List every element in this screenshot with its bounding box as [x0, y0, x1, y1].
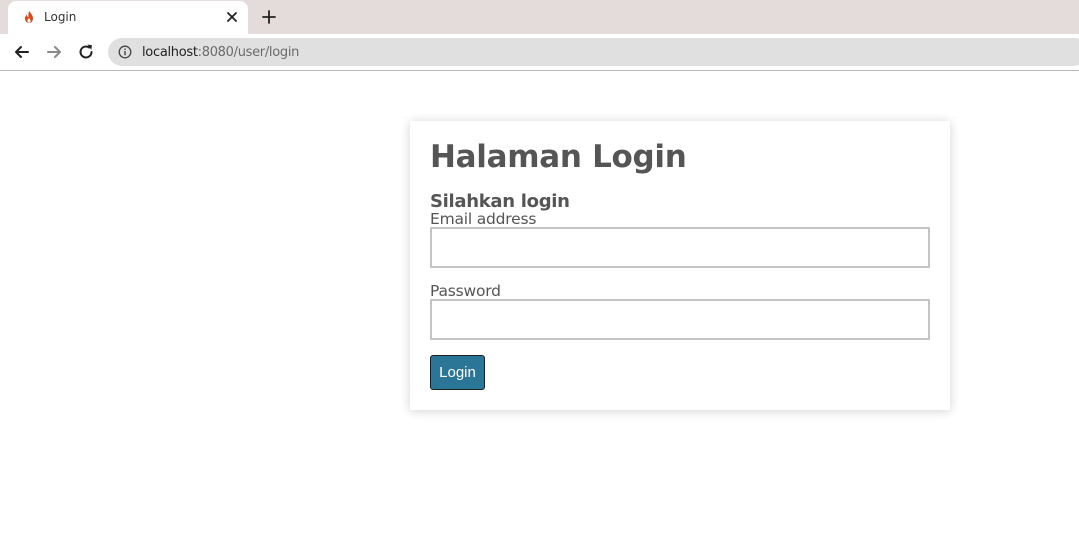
url-text[interactable]: localhost:8080/user/login	[142, 45, 299, 60]
login-button[interactable]: Login	[430, 355, 485, 390]
browser-toolbar: localhost:8080/user/login	[0, 34, 1079, 71]
email-label: Email address	[430, 210, 537, 228]
browser-tab-login[interactable]: Login	[8, 1, 248, 34]
url-host: localhost	[142, 45, 198, 60]
url-path: :8080/user/login	[197, 45, 300, 60]
password-label: Password	[430, 282, 501, 300]
page-title: Halaman Login	[430, 139, 687, 175]
login-subtitle: Silahkan login	[430, 191, 570, 212]
login-card: Halaman Login Silahkan login Email addre…	[410, 121, 950, 410]
info-icon[interactable]	[118, 45, 132, 59]
back-arrow-icon[interactable]	[12, 42, 32, 62]
address-bar[interactable]: localhost:8080/user/login	[108, 38, 1079, 66]
tab-title: Login	[44, 10, 77, 24]
forward-arrow-icon[interactable]	[44, 42, 64, 62]
reload-icon[interactable]	[76, 42, 96, 62]
password-field[interactable]	[430, 299, 930, 340]
close-tab-icon[interactable]	[224, 9, 240, 25]
email-field[interactable]	[430, 227, 930, 268]
tab-strip: Login	[0, 0, 1079, 34]
flame-icon	[22, 10, 36, 24]
new-tab-icon[interactable]	[260, 8, 278, 26]
